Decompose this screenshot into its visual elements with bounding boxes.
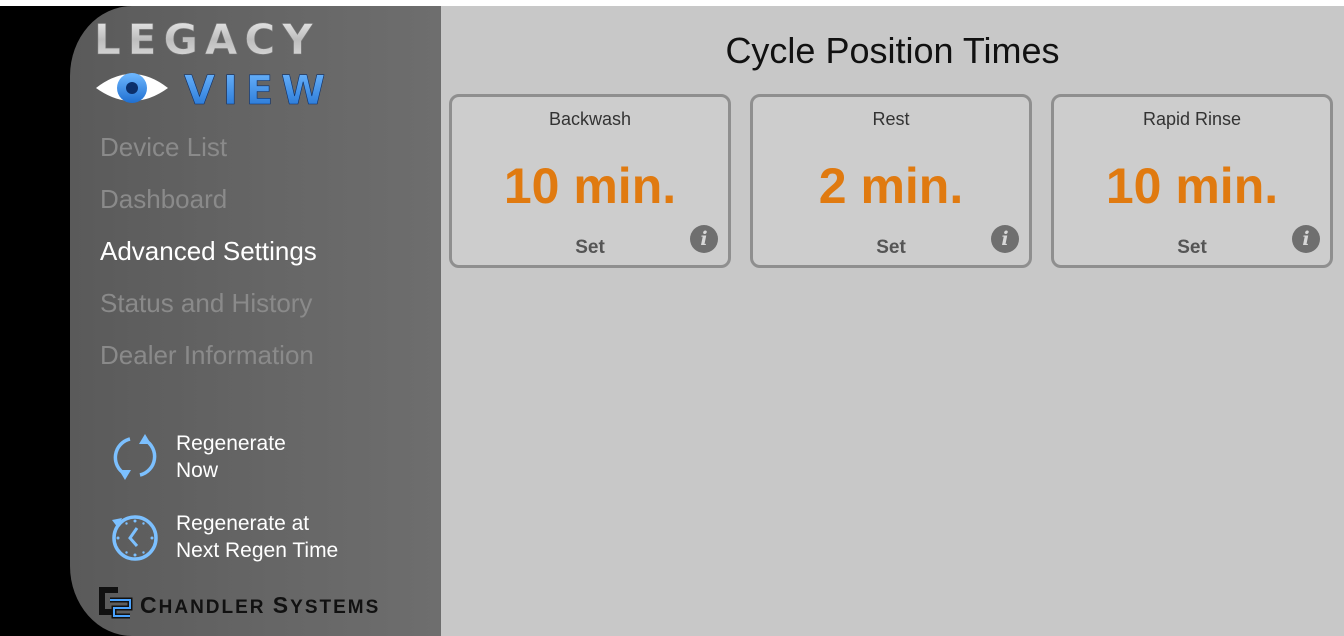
sidebar-nav: Device List Dashboard Advanced Settings … (100, 134, 317, 394)
set-button[interactable]: Set (1054, 237, 1330, 259)
refresh-icon (113, 434, 157, 480)
backwash-card[interactable]: Backwash 10 min. Set i (449, 94, 731, 268)
regenerate-next-time-button[interactable]: Regenerate at Next Regen Time (108, 510, 338, 564)
sidebar: LEGACY VIEW Device List Dashboard Advanc… (70, 6, 441, 636)
rest-card[interactable]: Rest 2 min. Set i (750, 94, 1032, 268)
rapid-rinse-card[interactable]: Rapid Rinse 10 min. Set i (1051, 94, 1333, 268)
logo-line2: VIEW (184, 68, 333, 106)
page-title: Cycle Position Times (725, 30, 1060, 71)
info-icon[interactable]: i (690, 225, 718, 253)
card-value: 10 min. (1105, 158, 1279, 214)
info-icon[interactable]: i (991, 225, 1019, 253)
chandler-systems-text: CHANDLER SYSTEMS (140, 591, 381, 618)
card-label: Rapid Rinse (1142, 109, 1242, 129)
info-icon[interactable]: i (1292, 225, 1320, 253)
chandler-systems-mark (99, 587, 133, 619)
chandler-systems-logo: CHANDLER SYSTEMS (96, 586, 380, 624)
clock-refresh-icon (112, 515, 158, 561)
nav-item-dealer-information[interactable]: Dealer Information (100, 342, 317, 394)
set-button[interactable]: Set (753, 237, 1029, 259)
card-label: Rest (872, 109, 910, 129)
regenerate-now-label: Regenerate Now (176, 432, 286, 482)
card-label: Backwash (548, 109, 632, 129)
logo-line1: LEGACY (94, 16, 320, 64)
regenerate-next-time-label: Regenerate at Next Regen Time (176, 512, 339, 562)
regenerate-now-button[interactable]: Regenerate Now (108, 430, 286, 484)
nav-item-dashboard[interactable]: Dashboard (100, 186, 317, 238)
nav-item-status-and-history[interactable]: Status and History (100, 290, 317, 342)
set-button[interactable]: Set (452, 237, 728, 259)
card-value: 2 min. (818, 158, 964, 214)
card-value: 10 min. (503, 158, 677, 214)
nav-item-device-list[interactable]: Device List (100, 134, 317, 186)
app-frame: LEGACY VIEW Device List Dashboard Advanc… (0, 6, 1344, 636)
legacy-view-logo: LEGACY VIEW (94, 16, 333, 106)
eye-icon (96, 73, 168, 103)
main-content: Cycle Position Times Backwash 10 min. Se… (441, 6, 1344, 636)
nav-item-advanced-settings[interactable]: Advanced Settings (100, 238, 317, 290)
